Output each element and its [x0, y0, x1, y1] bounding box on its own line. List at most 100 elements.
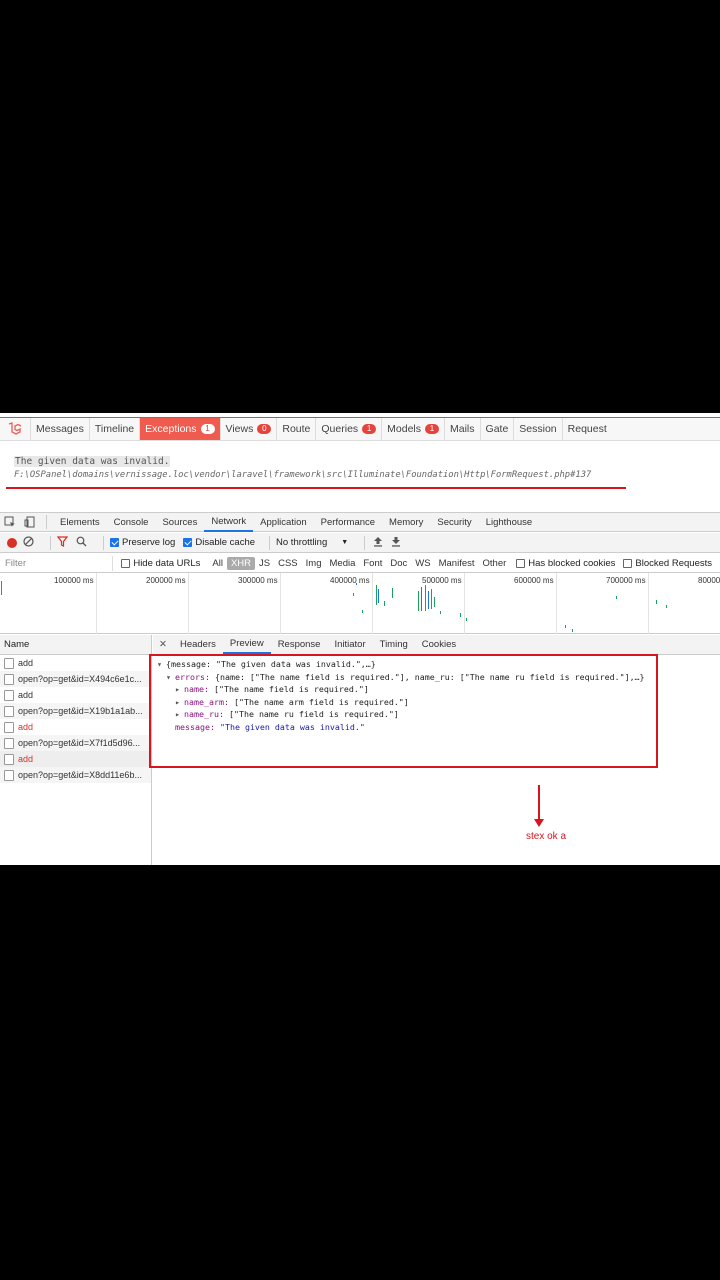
filter-icon[interactable] — [56, 535, 69, 550]
network-overview-timeline[interactable]: 100000 ms 200000 ms 300000 ms 400000 ms 5000… — [0, 573, 720, 634]
devtools-tab-console[interactable]: Console — [107, 513, 156, 532]
filter-type-font[interactable]: Font — [359, 557, 386, 570]
exception-file-path[interactable]: F:\OSPanel\domains\vernissage.loc\vendor… — [14, 470, 591, 480]
record-button[interactable] — [7, 537, 17, 548]
annotation-box — [149, 654, 658, 768]
laravel-logo-icon[interactable] — [0, 418, 30, 440]
throttling-select[interactable]: No throttling ▼ — [276, 537, 348, 548]
timeline-request-mark — [362, 610, 363, 613]
timeline-request-mark — [656, 600, 657, 604]
timeline-tick-label: 500000 ms — [422, 576, 462, 585]
debugbar-tab-request[interactable]: Request — [561, 418, 612, 440]
disable-cache-checkbox[interactable]: Disable cache — [183, 537, 255, 548]
timeline-request-mark — [460, 613, 461, 617]
debugbar-tab-session[interactable]: Session — [513, 418, 561, 440]
debugbar-tab-route[interactable]: Route — [276, 418, 315, 440]
request-name: add — [18, 754, 34, 764]
timeline-request-mark — [418, 591, 419, 611]
clear-icon[interactable] — [23, 535, 34, 550]
detail-tab-response[interactable]: Response — [271, 635, 328, 654]
timeline-tick-label: 600000 ms — [514, 576, 554, 585]
filter-type-ws[interactable]: WS — [411, 557, 434, 570]
debugbar-tab-gate[interactable]: Gate — [479, 418, 514, 440]
debugbar-tab-models[interactable]: Models 1 — [381, 418, 444, 440]
filter-type-manifest[interactable]: Manifest — [435, 557, 479, 570]
timeline-tick-label: 100000 ms — [54, 576, 94, 585]
timeline-grid-line — [188, 573, 189, 634]
debugbar-tab-queries[interactable]: Queries 1 — [315, 418, 381, 440]
filter-type-xhr[interactable]: XHR — [226, 556, 256, 570]
checkbox-unchecked-icon — [121, 558, 131, 568]
debugbar-tab-exceptions[interactable]: Exceptions 1 — [139, 418, 220, 440]
debugbar-tab-mails[interactable]: Mails — [444, 418, 480, 440]
timeline-tick-label: 80000 — [698, 576, 720, 585]
devtools-tab-lighthouse[interactable]: Lighthouse — [479, 513, 539, 532]
timeline-grid-line — [280, 573, 281, 634]
filter-type-doc[interactable]: Doc — [386, 557, 411, 570]
chevron-down-icon: ▼ — [341, 539, 349, 546]
devtools-tab-sources[interactable]: Sources — [155, 513, 204, 532]
request-row[interactable]: add — [0, 655, 151, 671]
close-icon[interactable]: ✕ — [153, 639, 173, 650]
debugbar-tab-views[interactable]: Views 0 — [219, 418, 277, 440]
devtools-tab-application[interactable]: Application — [253, 513, 313, 532]
divider — [46, 515, 47, 529]
import-har-icon[interactable] — [373, 536, 383, 550]
request-row[interactable]: open?op=get&id=X8dd11e6b... — [0, 767, 151, 783]
detail-tab-timing[interactable]: Timing — [373, 635, 415, 654]
inspect-element-icon[interactable] — [0, 516, 20, 528]
devtools-tab-performance[interactable]: Performance — [314, 513, 382, 532]
timeline-grid-line — [96, 573, 97, 634]
count-badge: 0 — [257, 424, 272, 434]
device-toolbar-icon[interactable] — [20, 516, 40, 528]
request-row[interactable]: open?op=get&id=X494c6e1c... — [0, 671, 151, 687]
detail-tab-preview[interactable]: Preview — [222, 635, 271, 654]
blocked-requests-checkbox[interactable]: Blocked Requests — [623, 558, 712, 569]
file-icon — [4, 769, 14, 781]
debugbar-tab-messages[interactable]: Messages — [30, 418, 89, 440]
timeline-request-mark — [440, 611, 441, 614]
request-name: open?op=get&id=X494c6e1c... — [18, 674, 142, 684]
request-row[interactable]: add — [0, 751, 151, 767]
timeline-request-mark — [421, 587, 422, 611]
file-icon — [4, 689, 14, 701]
timeline-grid-line — [556, 573, 557, 634]
debugbar-tab-timeline[interactable]: Timeline — [88, 418, 139, 440]
devtools-tab-network[interactable]: Network — [204, 513, 254, 532]
detail-tab-cookies[interactable]: Cookies — [415, 635, 463, 654]
timeline-request-mark — [431, 589, 432, 609]
name-column-header[interactable]: Name — [0, 635, 151, 655]
preserve-log-checkbox[interactable]: Preserve log — [110, 537, 175, 548]
detail-tab-initiator[interactable]: Initiator — [327, 635, 372, 654]
file-icon — [4, 737, 14, 749]
timeline-request-mark — [353, 593, 354, 596]
filter-input[interactable]: Filter — [3, 555, 114, 571]
has-blocked-cookies-checkbox[interactable]: Has blocked cookies — [516, 558, 615, 569]
request-row[interactable]: open?op=get&id=X19b1a1ab... — [0, 703, 151, 719]
timeline-grid-line — [464, 573, 465, 634]
search-icon[interactable] — [76, 536, 87, 550]
devtools-tab-elements[interactable]: Elements — [53, 513, 107, 532]
timeline-tick-label: 400000 ms — [330, 576, 370, 585]
timeline-request-mark — [356, 583, 357, 585]
request-name: open?op=get&id=X7f1d5d96... — [18, 738, 141, 748]
filter-type-img[interactable]: Img — [302, 557, 326, 570]
filter-type-css[interactable]: CSS — [274, 557, 302, 570]
timeline-tick-label: 200000 ms — [146, 576, 186, 585]
filter-type-all[interactable]: All — [208, 557, 227, 570]
filter-type-other[interactable]: Other — [479, 557, 511, 570]
devtools-tab-security[interactable]: Security — [430, 513, 478, 532]
timeline-request-mark — [434, 597, 435, 607]
annotation-underline — [6, 487, 626, 489]
devtools-tab-memory[interactable]: Memory — [382, 513, 430, 532]
filter-type-js[interactable]: JS — [255, 557, 274, 570]
exception-panel: The given data was invalid. F:\OSPanel\d… — [0, 441, 720, 511]
detail-tab-headers[interactable]: Headers — [173, 635, 223, 654]
request-row[interactable]: open?op=get&id=X7f1d5d96... — [0, 735, 151, 751]
request-name: add — [18, 690, 34, 700]
hide-data-urls-checkbox[interactable]: Hide data URLs — [121, 558, 200, 569]
filter-type-media[interactable]: Media — [326, 557, 360, 570]
request-row[interactable]: add — [0, 687, 151, 703]
request-row[interactable]: add — [0, 719, 151, 735]
export-har-icon[interactable] — [391, 536, 401, 550]
